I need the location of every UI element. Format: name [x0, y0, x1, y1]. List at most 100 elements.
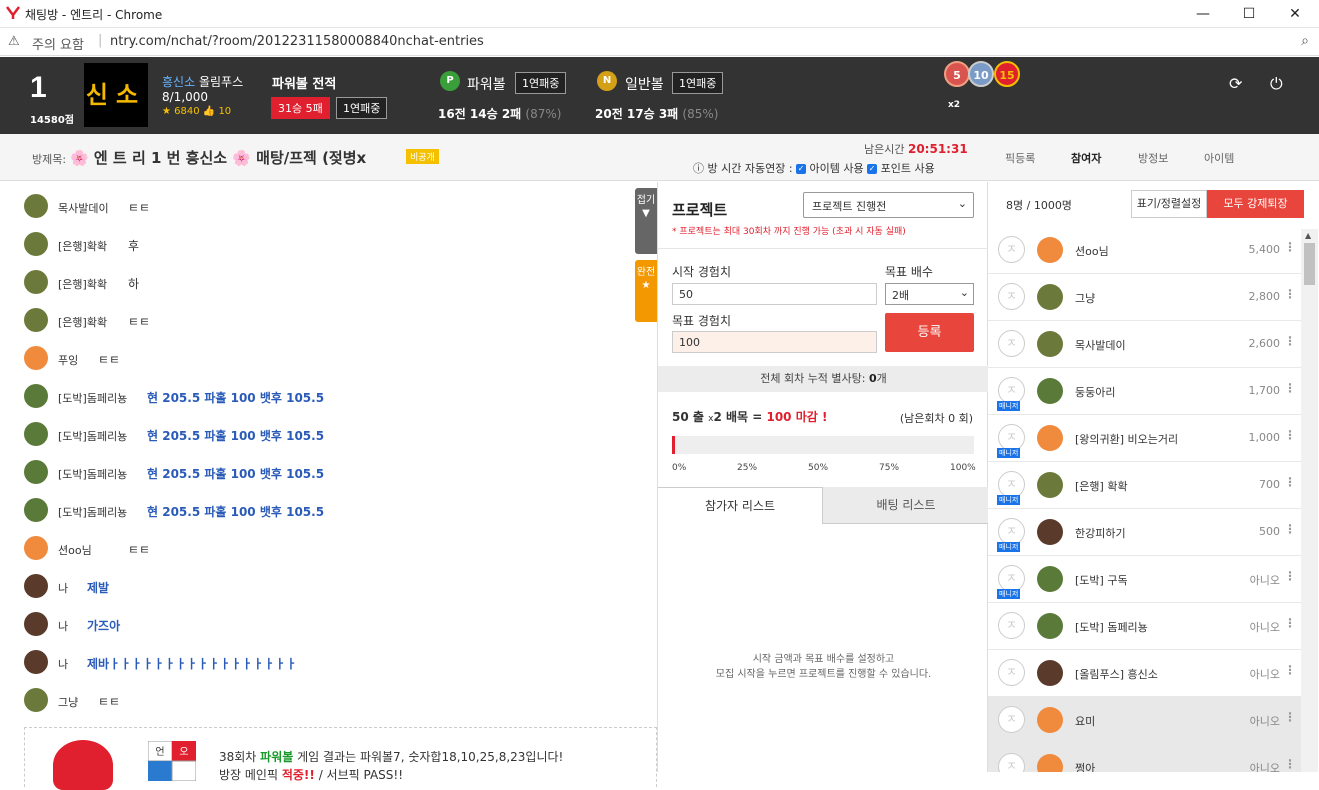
more-icon[interactable]: ⋮ — [1284, 710, 1296, 724]
user-row[interactable]: ㅈ 매니저 [왕의귀환] 비오는거리 1,000 ⋮ — [988, 415, 1304, 462]
progress-tick: 0% — [672, 463, 687, 473]
manager-badge: 매니저 — [997, 589, 1021, 599]
target-mult-select[interactable]: 2배 ⌄ — [885, 283, 974, 305]
user-avatar-icon — [1037, 425, 1063, 451]
more-icon[interactable]: ⋮ — [1284, 663, 1296, 677]
user-avatar-icon[interactable] — [24, 308, 48, 332]
tab-bet-list[interactable]: 배팅 리스트 — [823, 487, 989, 524]
user-avatar-icon[interactable] — [24, 574, 48, 598]
user-row[interactable]: ㅈ [올림푸스] 흥신소 아니오 ⋮ — [988, 650, 1304, 697]
avatar[interactable]: 신소 — [84, 63, 148, 127]
user-row[interactable]: ㅈ 매니저 둥둥아리 1,700 ⋮ — [988, 368, 1304, 415]
url-field[interactable]: ntry.com/nchat/?room/20122311580008840nc… — [110, 34, 484, 49]
more-icon[interactable]: ⋮ — [1284, 757, 1296, 771]
chat-sender[interactable]: 나 — [58, 618, 68, 634]
tab-pick[interactable]: 픽등록 — [1005, 150, 1035, 166]
user-points: 아니오 — [1249, 715, 1280, 728]
user-avatar-icon[interactable] — [24, 346, 48, 370]
user-row[interactable]: ㅈ 션oo님 5,400 ⋮ — [988, 227, 1304, 274]
chat-sender[interactable]: [은행]확확 — [58, 238, 107, 254]
chat-text: 현 205.5 파홀 100 뱃후 105.5 — [147, 505, 325, 519]
user-avatar-icon[interactable] — [24, 688, 48, 712]
scroll-up-icon[interactable]: ▲ — [1305, 231, 1311, 240]
chat-sender[interactable]: [도박]돔페리뇽 — [58, 428, 127, 444]
point-checkbox[interactable]: ✓ — [867, 164, 878, 174]
more-icon[interactable]: ⋮ — [1284, 569, 1296, 583]
remaining-label: 남은시간 — [864, 143, 905, 156]
chat-sender[interactable]: [은행]확확 — [58, 276, 107, 292]
user-row[interactable]: ㅈ 그냥 2,800 ⋮ — [988, 274, 1304, 321]
start-exp-label: 시작 경험치 — [672, 265, 732, 279]
user-points: 아니오 — [1249, 762, 1280, 772]
refresh-icon[interactable]: ⟳ — [1229, 74, 1242, 93]
user-row[interactable]: ㅈ [도박] 돔페리뇽 아니오 ⋮ — [988, 603, 1304, 650]
user-avatar-icon[interactable] — [24, 422, 48, 446]
kick-all-button[interactable]: 모두 강제퇴장 — [1207, 190, 1304, 218]
user-avatar-icon[interactable] — [24, 536, 48, 560]
more-icon[interactable]: ⋮ — [1284, 428, 1296, 442]
chat-sender[interactable]: [도박]돔페리뇽 — [58, 504, 127, 520]
target-exp-input[interactable]: 100 — [672, 331, 877, 353]
notice-text: 방장 메인픽 — [219, 768, 282, 782]
maximize-button[interactable]: ☐ — [1226, 2, 1272, 26]
chat-sender[interactable]: 나 — [58, 656, 68, 672]
tab-room-info[interactable]: 방정보 — [1138, 150, 1168, 166]
chat-text: 제바ㅏㅏㅏㅏㅏㅏㅏㅏㅏㅏㅏㅏㅏㅏㅏㅏㅏ — [87, 657, 297, 671]
user-name: 그냥 — [1075, 292, 1096, 305]
chat-sender[interactable]: [도박]돔페리뇽 — [58, 466, 127, 482]
user-avatar-icon[interactable] — [24, 650, 48, 674]
user-avatar-icon[interactable] — [24, 232, 48, 256]
chat-sender[interactable]: 나 — [58, 580, 68, 596]
user-avatar-icon[interactable] — [24, 384, 48, 408]
tab-participant-list[interactable]: 참가자 리스트 — [658, 487, 823, 524]
fold-button[interactable]: 접기 ▼ — [635, 188, 657, 254]
register-button[interactable]: 등록 — [885, 313, 974, 352]
normalball-record: 20전 17승 3패 — [595, 107, 679, 121]
user-row[interactable]: ㅈ 매니저 [도박] 구독 아니오 ⋮ — [988, 556, 1304, 603]
more-icon[interactable]: ⋮ — [1284, 522, 1296, 536]
more-icon[interactable]: ⋮ — [1284, 475, 1296, 489]
close-button[interactable]: ✕ — [1272, 2, 1318, 26]
user-row[interactable]: ㅈ 요미 아니오 ⋮ — [988, 697, 1304, 744]
chat-sender[interactable]: 푸잉 — [58, 352, 78, 368]
sort-settings-button[interactable]: 표기/정렬설정 — [1131, 190, 1207, 218]
more-icon[interactable]: ⋮ — [1284, 381, 1296, 395]
user-avatar-icon[interactable] — [24, 612, 48, 636]
security-label[interactable]: 주의 요함 — [32, 34, 84, 53]
start-exp-input[interactable]: 50 — [672, 283, 877, 305]
zoom-icon[interactable]: ⌕ — [1301, 33, 1309, 49]
more-icon[interactable]: ⋮ — [1284, 334, 1296, 348]
user-points: 2,800 — [1248, 290, 1281, 303]
user-avatar-icon[interactable] — [24, 460, 48, 484]
user-points: 아니오 — [1249, 621, 1280, 634]
user-avatar-icon[interactable] — [24, 194, 48, 218]
user-row[interactable]: ㅈ 목사발데이 2,600 ⋮ — [988, 321, 1304, 368]
minimize-button[interactable]: — — [1180, 2, 1226, 26]
more-icon[interactable]: ⋮ — [1284, 240, 1296, 254]
user-row[interactable]: ㅈ 쩡아 아니오 ⋮ — [988, 744, 1304, 772]
chat-sender[interactable]: [은행]확확 — [58, 314, 107, 330]
powerball-stat: 16전 14승 2패 (87%) — [438, 105, 561, 122]
user-rank: 1 — [30, 71, 47, 104]
scroll-thumb[interactable] — [1304, 243, 1315, 285]
warning-icon[interactable]: ⚠ — [8, 34, 20, 49]
chat-sender[interactable]: 그냥 — [58, 694, 78, 710]
scrollbar[interactable]: ▲ — [1301, 229, 1318, 772]
target-mult-value: 2배 — [892, 289, 910, 302]
project-status-select[interactable]: 프로젝트 진행전 ⌄ — [803, 192, 974, 218]
chat-sender[interactable]: 목사발데이 — [58, 200, 109, 216]
more-icon[interactable]: ⋮ — [1284, 616, 1296, 630]
done-button[interactable]: 완전 ★ — [635, 260, 657, 322]
tab-participants[interactable]: 참여자 — [1071, 150, 1101, 166]
chat-sender[interactable]: [도박]돔페리뇽 — [58, 390, 127, 406]
user-avatar-icon[interactable] — [24, 498, 48, 522]
tab-items[interactable]: 아이템 — [1204, 150, 1234, 166]
user-avatar-icon[interactable] — [24, 270, 48, 294]
user-name[interactable]: 흥신소 올림푸스 — [162, 73, 243, 90]
user-row[interactable]: ㅈ 매니저 [은행] 확확 700 ⋮ — [988, 462, 1304, 509]
user-row[interactable]: ㅈ 매니저 한강피하기 500 ⋮ — [988, 509, 1304, 556]
power-icon[interactable]: ⏻ — [1270, 74, 1283, 94]
item-checkbox[interactable]: ✓ — [796, 164, 807, 174]
chat-sender[interactable]: 션oo님 — [58, 542, 92, 558]
more-icon[interactable]: ⋮ — [1284, 287, 1296, 301]
